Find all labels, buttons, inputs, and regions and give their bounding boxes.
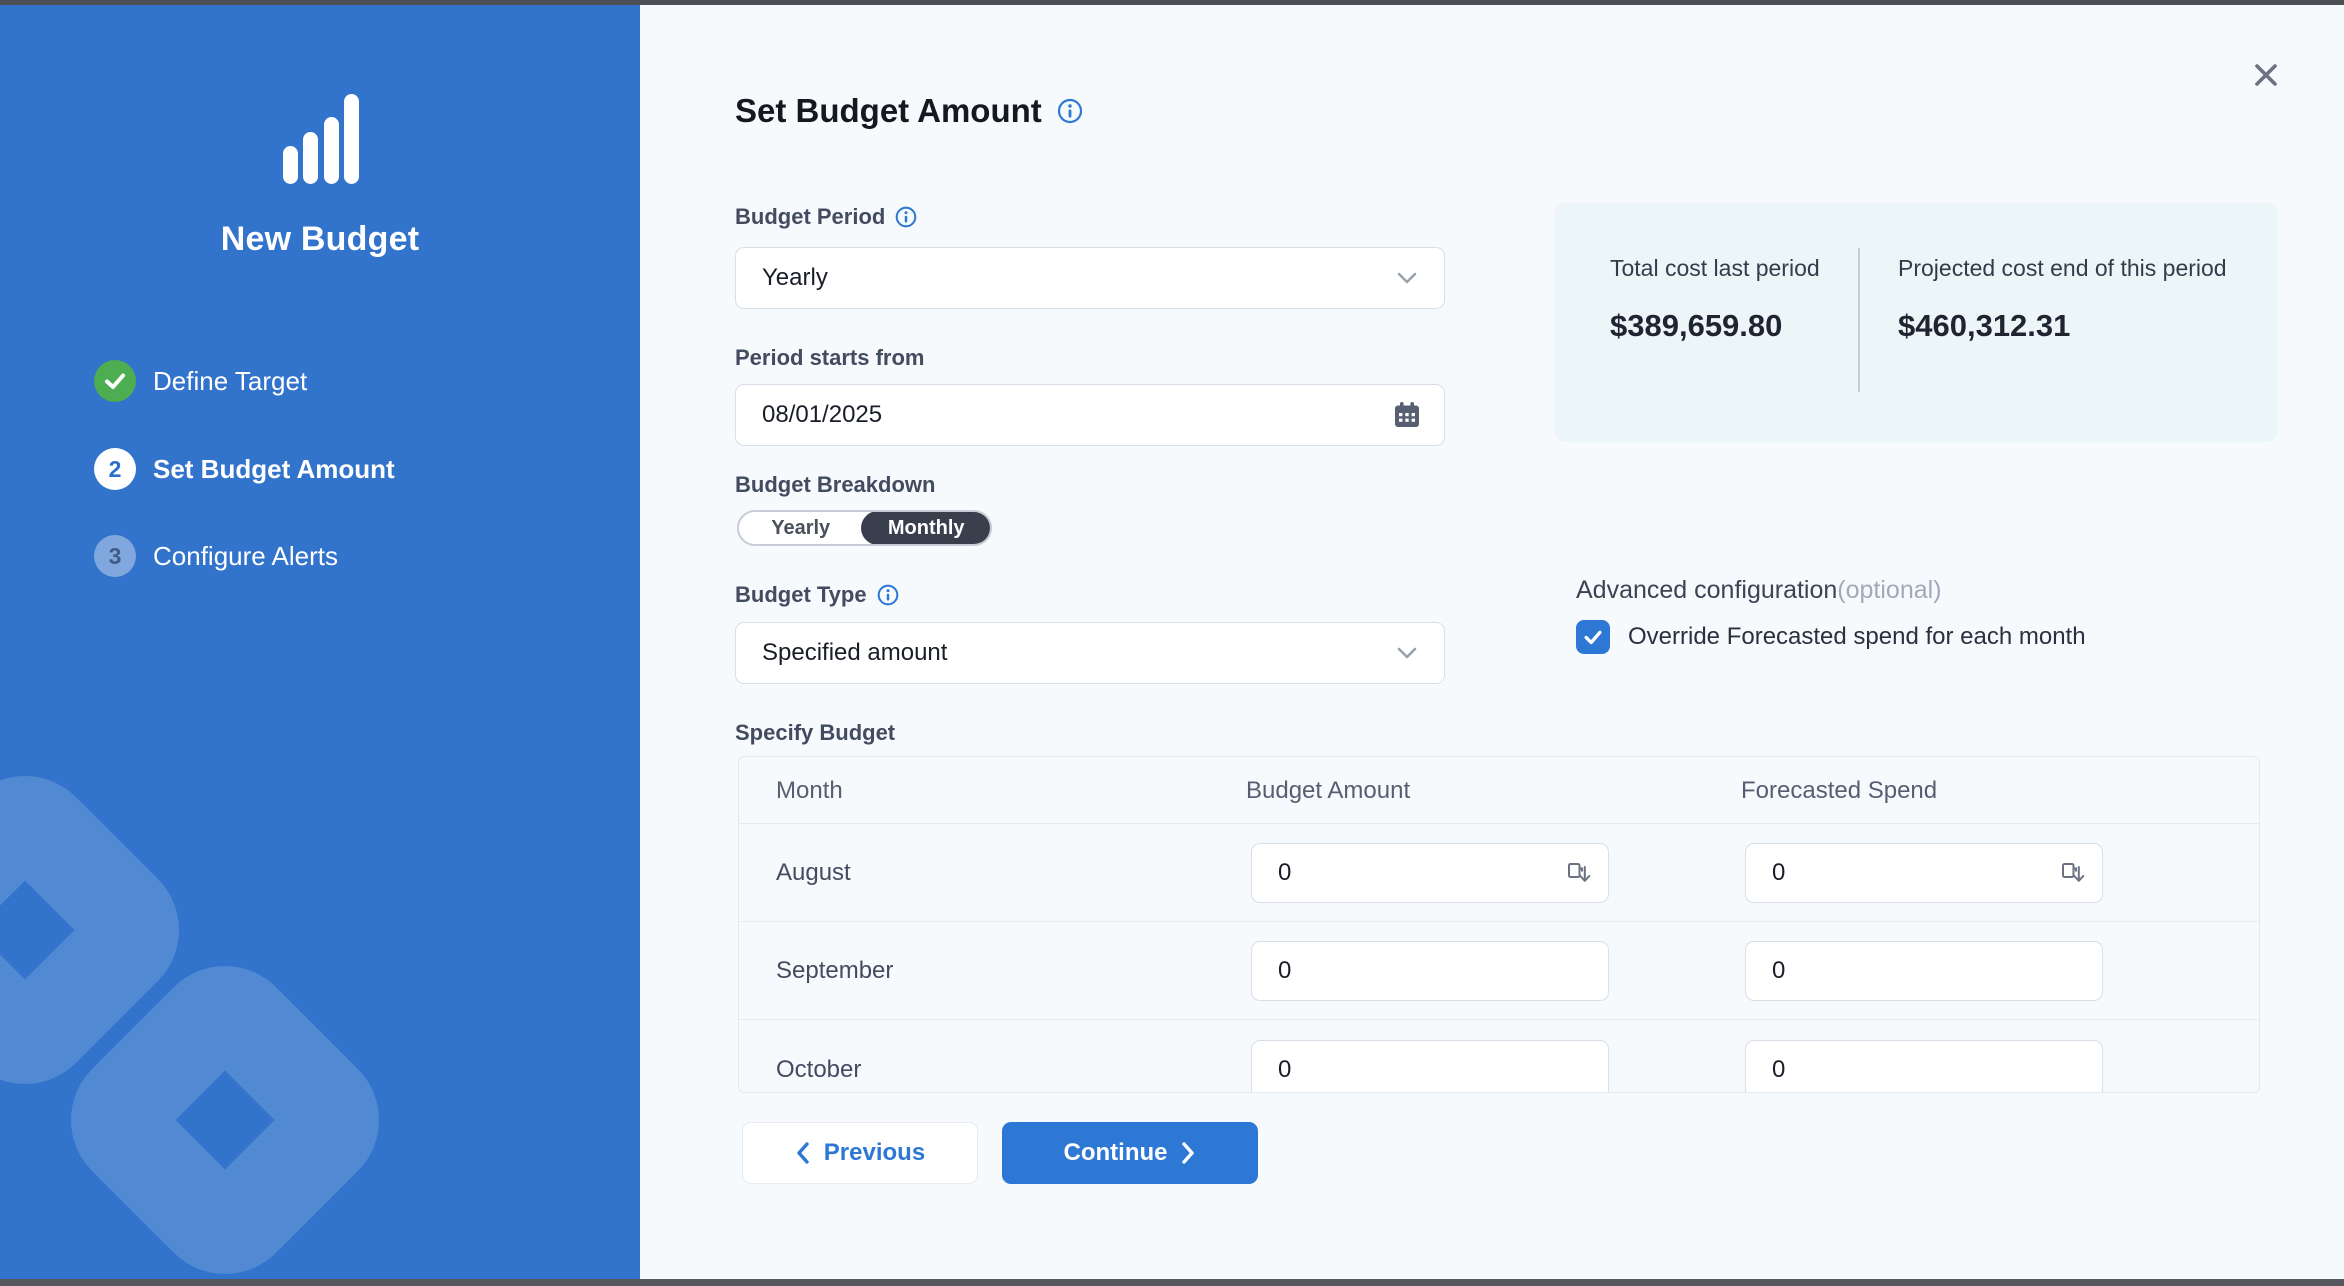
- bar-chart-icon: [283, 92, 359, 184]
- step-label: Configure Alerts: [153, 541, 338, 572]
- step-label: Set Budget Amount: [153, 454, 395, 485]
- override-forecast-label: Override Forecasted spend for each month: [1628, 623, 2086, 651]
- budget-amount-field: [1251, 1040, 1609, 1093]
- chevron-right-icon: [1181, 1141, 1196, 1165]
- budget-period-label: Budget Period: [735, 204, 885, 230]
- month-cell: August: [776, 824, 851, 922]
- step-configure-alerts[interactable]: 3 Configure Alerts: [94, 534, 338, 578]
- copy-down-icon[interactable]: [1565, 860, 1592, 887]
- step-number-bubble: 2: [94, 448, 136, 490]
- cost-summary-card: Total cost last period $389,659.80 Proje…: [1555, 203, 2277, 442]
- budget-type-select[interactable]: Specified amount: [735, 622, 1445, 684]
- total-cost-last-period-value: $389,659.80: [1610, 308, 1840, 344]
- table-row: August: [739, 824, 2259, 922]
- close-icon[interactable]: [2246, 55, 2286, 95]
- info-icon[interactable]: [1057, 98, 1083, 124]
- check-icon: [1582, 626, 1604, 648]
- budget-type-label: Budget Type: [735, 582, 867, 608]
- wizard-sidebar: New Budget Define Target 2 Set Budget Am…: [0, 5, 640, 1279]
- page-title: Set Budget Amount: [735, 92, 1042, 130]
- forecasted-spend-input[interactable]: [1772, 859, 2012, 887]
- forecasted-spend-field: [1745, 1040, 2103, 1093]
- budget-type-value: Specified amount: [762, 639, 947, 667]
- column-header-month: Month: [776, 757, 843, 824]
- override-forecast-checkbox[interactable]: [1576, 620, 1610, 654]
- continue-button[interactable]: Continue: [1002, 1122, 1258, 1184]
- budget-breakdown-toggle: Yearly Monthly: [737, 510, 992, 546]
- column-header-budget-amount: Budget Amount: [1246, 757, 1410, 824]
- projected-cost-label: Projected cost end of this period: [1898, 250, 2238, 286]
- column-header-forecasted-spend: Forecasted Spend: [1741, 757, 1937, 824]
- total-cost-last-period-label: Total cost last period: [1610, 250, 1840, 286]
- table-row: October: [739, 1021, 2259, 1093]
- table-header-row: Month Budget Amount Forecasted Spend: [739, 757, 2259, 824]
- chevron-left-icon: [795, 1141, 810, 1165]
- optional-label: (optional): [1837, 576, 1941, 604]
- budget-amount-input[interactable]: [1278, 1056, 1518, 1084]
- step-complete-bubble: [94, 360, 136, 402]
- cost-card-divider: [1858, 248, 1860, 392]
- budget-amount-input[interactable]: [1278, 957, 1518, 985]
- step-set-budget-amount[interactable]: 2 Set Budget Amount: [94, 447, 395, 491]
- specify-budget-label: Specify Budget: [735, 720, 895, 746]
- info-icon[interactable]: [895, 206, 917, 228]
- budget-wizard-window: New Budget Define Target 2 Set Budget Am…: [0, 0, 2344, 1286]
- info-icon[interactable]: [877, 584, 899, 606]
- month-cell: September: [776, 922, 893, 1020]
- specify-budget-table: Month Budget Amount Forecasted Spend Aug…: [738, 756, 2260, 1093]
- calendar-icon[interactable]: [1392, 400, 1422, 430]
- period-start-date-input[interactable]: [762, 401, 1392, 429]
- previous-button[interactable]: Previous: [742, 1122, 978, 1184]
- wizard-content: Set Budget Amount Budget Period Yearly P…: [640, 5, 2344, 1279]
- budget-period-select[interactable]: Yearly: [735, 247, 1445, 309]
- month-cell: October: [776, 1021, 861, 1093]
- previous-button-label: Previous: [824, 1139, 925, 1167]
- override-forecast-checkbox-row: Override Forecasted spend for each month: [1576, 620, 2086, 654]
- copy-down-icon[interactable]: [2059, 860, 2086, 887]
- chevron-down-icon: [1396, 271, 1418, 285]
- window-bottom-border: [0, 1279, 2344, 1286]
- forecasted-spend-field: [1745, 941, 2103, 1001]
- period-starts-label: Period starts from: [735, 345, 925, 371]
- budget-amount-input[interactable]: [1278, 859, 1518, 887]
- chevron-down-icon: [1396, 646, 1418, 660]
- wizard-title: New Budget: [0, 220, 640, 259]
- toggle-yearly[interactable]: Yearly: [739, 512, 862, 544]
- budget-amount-field: [1251, 843, 1609, 903]
- budget-period-value: Yearly: [762, 264, 828, 292]
- period-start-date-field: [735, 384, 1445, 446]
- forecasted-spend-input[interactable]: [1772, 957, 2012, 985]
- check-icon: [103, 369, 127, 393]
- table-row: September: [739, 922, 2259, 1020]
- projected-cost-value: $460,312.31: [1898, 308, 2238, 344]
- step-define-target[interactable]: Define Target: [94, 359, 307, 403]
- step-number-bubble: 3: [94, 535, 136, 577]
- forecasted-spend-field: [1745, 843, 2103, 903]
- forecasted-spend-input[interactable]: [1772, 1056, 2012, 1084]
- toggle-monthly[interactable]: Monthly: [861, 511, 991, 545]
- budget-breakdown-label: Budget Breakdown: [735, 472, 935, 498]
- step-label: Define Target: [153, 366, 307, 397]
- continue-button-label: Continue: [1064, 1139, 1168, 1167]
- budget-amount-field: [1251, 941, 1609, 1001]
- advanced-configuration-heading: Advanced configuration(optional): [1576, 576, 1942, 605]
- advanced-configuration-label: Advanced configuration: [1576, 576, 1837, 604]
